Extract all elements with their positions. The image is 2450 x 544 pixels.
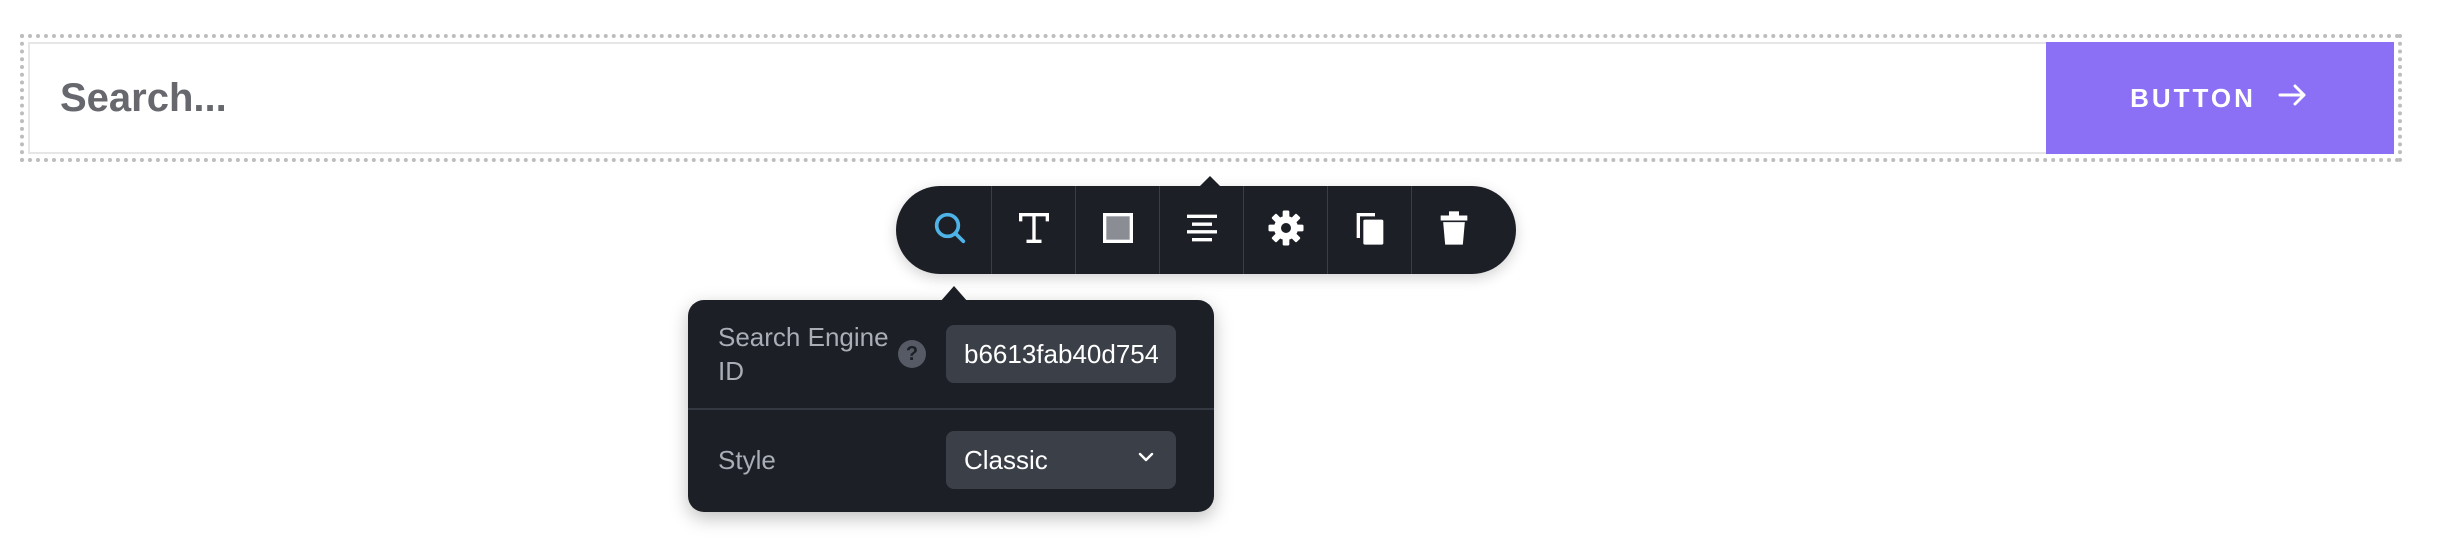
style-select[interactable]: Classic xyxy=(946,431,1176,489)
chevron-down-icon xyxy=(1134,445,1158,476)
search-bar: BUTTON xyxy=(28,42,2394,154)
search-button-label: BUTTON xyxy=(2130,82,2256,113)
search-input[interactable] xyxy=(30,44,2046,152)
tool-delete[interactable] xyxy=(1412,186,1496,274)
search-button[interactable]: BUTTON xyxy=(2046,42,2394,154)
tool-settings[interactable] xyxy=(1244,186,1328,274)
help-icon[interactable]: ? xyxy=(898,340,926,368)
tool-box[interactable] xyxy=(1076,186,1160,274)
text-icon xyxy=(1014,208,1054,253)
search-settings-popup: Search Engine ID ? Style Classic xyxy=(688,300,1214,512)
engine-id-row: Search Engine ID ? xyxy=(688,300,1214,410)
style-select-value: Classic xyxy=(964,444,1048,475)
gear-icon xyxy=(1266,208,1306,253)
style-label: Style xyxy=(718,445,776,475)
copy-icon xyxy=(1350,208,1390,253)
tool-align[interactable] xyxy=(1160,186,1244,274)
engine-id-field[interactable] xyxy=(946,325,1176,383)
tool-duplicate[interactable] xyxy=(1328,186,1412,274)
engine-id-label: Search Engine ID xyxy=(718,322,889,386)
trash-icon xyxy=(1434,208,1474,253)
tool-text[interactable] xyxy=(992,186,1076,274)
square-icon xyxy=(1098,208,1138,253)
search-icon xyxy=(930,208,970,253)
widget-toolbar xyxy=(896,186,1516,274)
align-center-icon xyxy=(1182,208,1222,253)
tool-search[interactable] xyxy=(908,186,992,274)
arrow-right-icon xyxy=(2274,77,2310,120)
style-row: Style Classic xyxy=(688,410,1214,510)
